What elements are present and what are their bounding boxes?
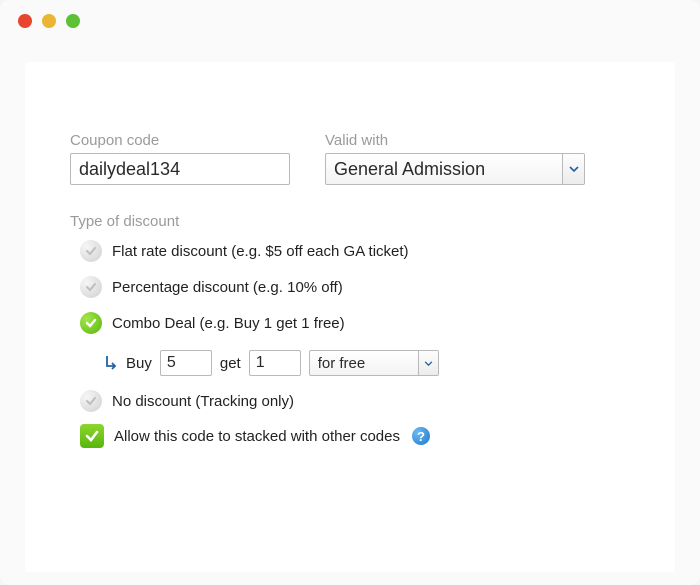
combo-mode-value: for free [318,355,430,372]
valid-with-label: Valid with [325,132,585,149]
coupon-form-panel: Coupon code Valid with General Admission… [25,62,675,572]
coupon-code-label: Coupon code [70,132,290,149]
discount-combo-label: Combo Deal (e.g. Buy 1 get 1 free) [112,315,345,332]
discount-none-radio[interactable]: No discount (Tracking only) [80,390,630,412]
discount-type-group: Flat rate discount (e.g. $5 off each GA … [70,240,630,412]
combo-mode-select[interactable]: for free [309,350,439,376]
discount-percent-radio[interactable]: Percentage discount (e.g. 10% off) [80,276,630,298]
check-icon [84,428,100,444]
window-minimize-icon[interactable] [42,14,56,28]
window-zoom-icon[interactable] [66,14,80,28]
discount-flat-radio[interactable]: Flat rate discount (e.g. $5 off each GA … [80,240,630,262]
type-of-discount-label: Type of discount [70,213,630,230]
chevron-down-icon [418,351,438,375]
discount-combo-radio[interactable]: Combo Deal (e.g. Buy 1 get 1 free) [80,312,630,334]
discount-none-label: No discount (Tracking only) [112,393,294,410]
discount-percent-label: Percentage discount (e.g. 10% off) [112,279,343,296]
radio-unselected-icon [80,240,102,262]
titlebar [0,0,700,42]
radio-unselected-icon [80,390,102,412]
radio-selected-icon [80,312,102,334]
window: Coupon code Valid with General Admission… [0,0,700,585]
combo-get-input[interactable] [249,350,301,376]
discount-flat-label: Flat rate discount (e.g. $5 off each GA … [112,243,409,260]
coupon-code-input[interactable] [70,153,290,185]
combo-buy-input[interactable] [160,350,212,376]
chevron-down-icon [562,154,584,184]
window-close-icon[interactable] [18,14,32,28]
valid-with-value: General Admission [334,159,576,180]
arrow-corner-icon [104,354,118,372]
combo-params-row: Buy get for free [80,350,630,376]
combo-get-label: get [220,355,241,372]
stack-codes-checkbox[interactable] [80,424,104,448]
combo-buy-label: Buy [126,355,152,372]
stack-codes-label: Allow this code to stacked with other co… [114,428,400,445]
help-icon[interactable]: ? [412,427,430,445]
valid-with-select[interactable]: General Admission [325,153,585,185]
radio-unselected-icon [80,276,102,298]
